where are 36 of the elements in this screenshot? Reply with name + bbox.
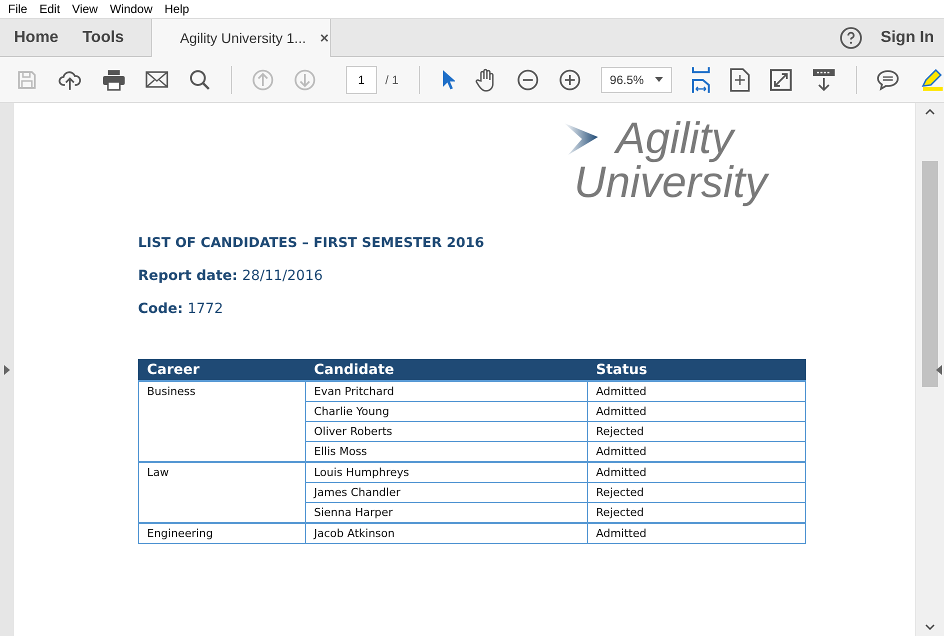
table-cell: Jacob Atkinson — [306, 523, 588, 544]
close-tab-button[interactable]: × — [320, 30, 329, 46]
page-total: / 1 — [385, 72, 399, 86]
column-header: Status — [588, 360, 806, 381]
table-cell: Engineering — [138, 523, 306, 544]
table-cell: Business — [138, 381, 306, 462]
report-code: Code: 1772 — [138, 301, 224, 317]
table-cell: Evan Pritchard — [306, 381, 588, 402]
menu-item[interactable]: View — [66, 2, 104, 16]
table-cell: Oliver Roberts — [306, 422, 588, 442]
table-cell: Rejected — [588, 482, 806, 502]
table-cell: Admitted — [588, 462, 806, 482]
menu-item[interactable]: Help — [158, 2, 196, 16]
table-cell: Admitted — [588, 381, 806, 402]
report-title: LIST OF CANDIDATES – FIRST SEMESTER 2016 — [138, 235, 486, 251]
sign-in-button[interactable]: Sign In — [880, 19, 944, 56]
nav-tab[interactable]: Home — [0, 19, 70, 56]
page-number-field[interactable]: 1 — [346, 66, 378, 94]
column-header: Career — [138, 360, 306, 381]
zoom-dropdown[interactable]: 96.5% — [600, 66, 672, 92]
table-cell: Louis Humphreys — [306, 462, 588, 482]
menu-item[interactable]: File — [2, 2, 34, 16]
table-cell: James Chandler — [306, 482, 588, 502]
university-logo: Agility University — [558, 117, 915, 205]
document-tab-title[interactable]: Agility University 1... — [180, 30, 306, 46]
document-tab[interactable]: Agility University 1... × — [150, 19, 331, 57]
table-cell: Law — [138, 462, 306, 523]
table-cell: Admitted — [588, 523, 806, 544]
nav-tab[interactable]: Tools — [70, 19, 136, 56]
report-date: Report date: 28/11/2016 — [138, 268, 324, 284]
table-cell: Admitted — [588, 402, 806, 422]
table-cell: Charlie Young — [306, 402, 588, 422]
menu-item[interactable]: Window — [104, 2, 159, 16]
column-header: Candidate — [306, 360, 588, 381]
table-cell: Rejected — [588, 422, 806, 442]
menu-item[interactable]: Edit — [33, 2, 66, 16]
